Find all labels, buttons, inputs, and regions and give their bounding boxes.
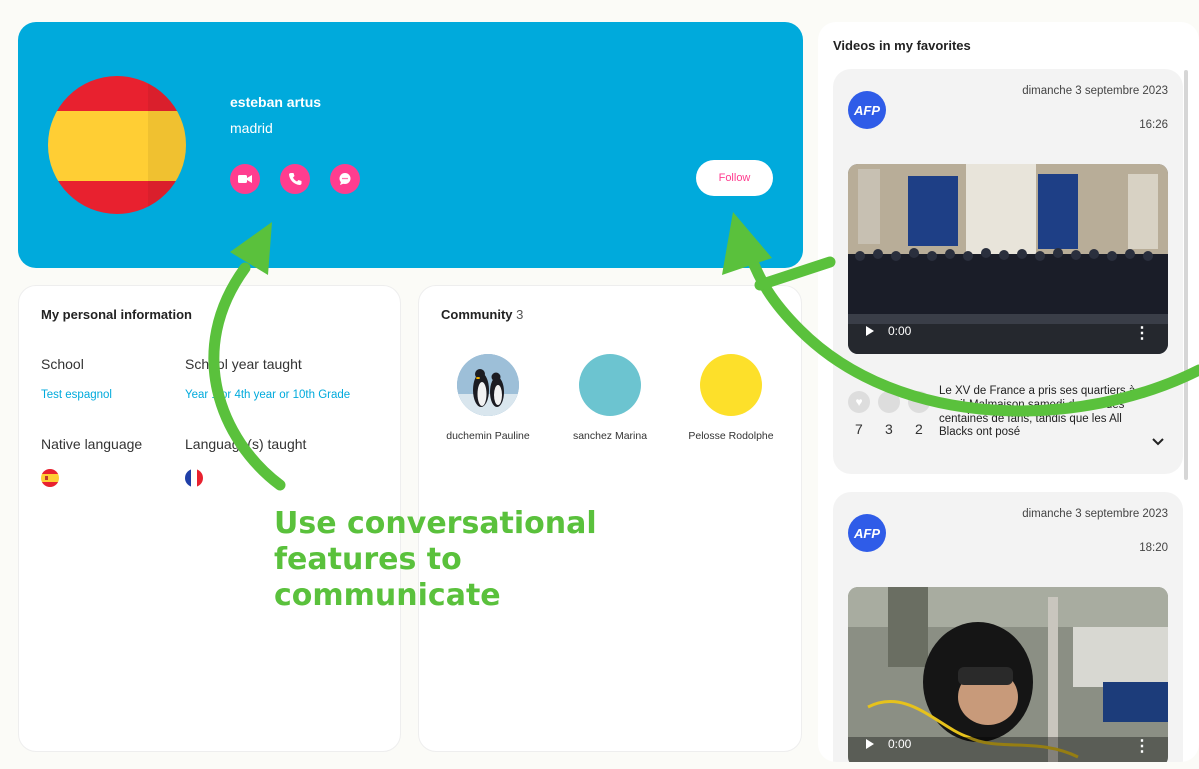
annotation-text: Use conversational features to communica… [274,506,597,613]
player-time: 0:00 [888,324,912,338]
community-count: 3 [516,307,524,322]
more-options-icon[interactable]: ⋮ [1134,739,1150,755]
afp-logo: AFP [848,91,886,129]
reaction-count: 2 [915,421,923,437]
spain-flag-avatar [48,76,186,214]
chat-bubble-icon [339,173,351,185]
member-avatar [700,354,762,416]
reaction-button[interactable] [908,391,930,413]
play-control[interactable]: 0:00 [866,737,911,751]
video-time: 16:26 [1139,119,1168,131]
community-member[interactable]: Pelosse Rodolphe [670,354,792,442]
reaction-count: 3 [885,421,893,437]
member-name: sanchez Marina [572,430,648,442]
spain-flag-icon [41,469,59,487]
play-icon [866,739,874,749]
video-call-button[interactable] [230,164,260,194]
school-label: School [41,356,84,372]
scrollbar[interactable] [1184,70,1188,480]
afp-logo: AFP [848,514,886,552]
community-member[interactable]: duchemin Pauline [427,354,549,442]
phone-icon [289,173,302,185]
chat-button[interactable] [330,164,360,194]
video-card[interactable]: AFP dimanche 3 septembre 2023 16:26 0:00… [833,69,1183,474]
phone-call-button[interactable] [280,164,310,194]
languages-taught-label: Language(s) taught [185,436,307,452]
more-options-icon[interactable]: ⋮ [1134,326,1150,342]
play-icon [866,326,874,336]
school-year-label: School year taught [185,356,302,372]
favorites-title: Videos in my favorites [833,38,971,53]
profile-city: madrid [230,120,273,136]
video-camera-icon [238,175,252,183]
community-title-label: Community [441,307,513,322]
reaction-button[interactable] [878,391,900,413]
member-name: Pelosse Rodolphe [688,430,774,442]
video-player[interactable]: 0:00 ⋮ [848,587,1168,762]
video-thumbnail [848,587,1168,762]
video-card[interactable]: AFP dimanche 3 septembre 2023 18:20 0:00 [833,492,1183,762]
school-year-value[interactable]: Year 1 or 4th year or 10th Grade [185,389,350,401]
personal-info-title: My personal information [41,307,192,322]
favorite-videos-panel[interactable]: Videos in my favorites AFP dimanche 3 se… [818,22,1199,762]
member-avatar [579,354,641,416]
member-name: duchemin Pauline [446,430,530,442]
reaction-count: 7 [855,421,863,437]
video-time: 18:20 [1139,542,1168,554]
video-description: Le XV de France a pris ses quartiers à R… [939,385,1136,439]
like-reaction-button[interactable]: ♥ [848,391,870,413]
france-flag-icon [185,469,203,487]
native-language-label: Native language [41,436,143,452]
heart-icon: ♥ [855,395,863,409]
community-member[interactable]: sanchez Marina [549,354,671,442]
video-player[interactable]: 0:00 ⋮ [848,164,1168,354]
chevron-down-icon[interactable] [1151,435,1165,449]
player-time: 0:00 [888,737,912,751]
member-avatar [457,354,519,416]
profile-name: esteban artus [230,94,322,110]
video-date: dimanche 3 septembre 2023 [1022,508,1168,520]
school-value[interactable]: Test espagnol [41,389,112,401]
profile-header-card: esteban artus madrid Follow [18,22,803,268]
community-title: Community 3 [441,307,523,322]
video-date: dimanche 3 septembre 2023 [1022,85,1168,97]
follow-button[interactable]: Follow [696,160,773,196]
play-control[interactable]: 0:00 [866,324,911,338]
